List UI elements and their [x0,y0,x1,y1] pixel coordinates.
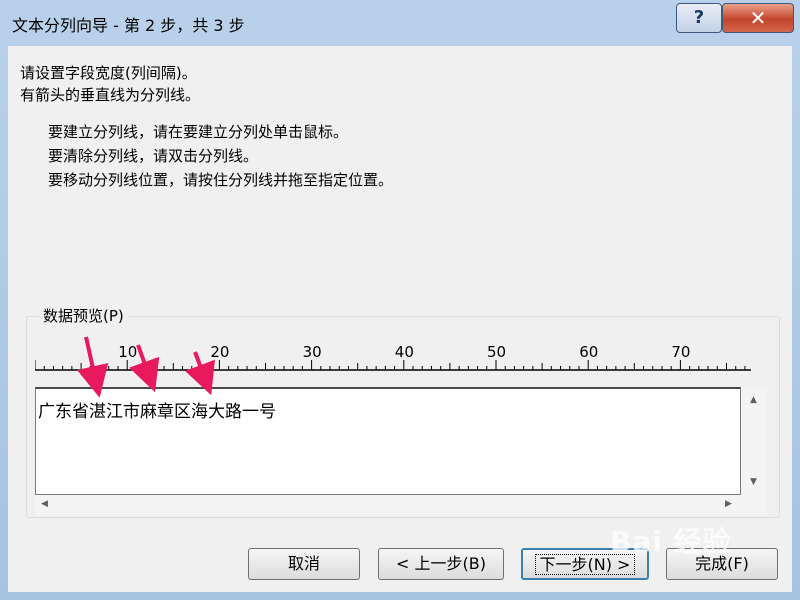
instruction-line-1: 请设置字段宽度(列间隔)。 [20,64,197,82]
vertical-scrollbar[interactable]: ▲ ▼ [741,387,767,495]
preview-row: 广东省湛江市麻章区海大路一号 [38,402,276,422]
scroll-right-icon[interactable]: ▶ [725,499,732,509]
ruler-ticks [35,360,746,370]
dialog-window: 文本分列向导 - 第 2 步，共 3 步 ? ✕ 请设置字段宽度(列间隔)。 有… [0,0,800,600]
hint-line-3: 要移动分列线位置，请按住分列线并拖至指定位置。 [48,171,394,189]
hint-line-2: 要清除分列线，请双击分列线。 [48,147,259,165]
data-preview-label: 数据预览(P) [39,305,128,327]
ruler-tick-label: 20 [210,343,229,361]
scroll-up-icon[interactable]: ▲ [750,395,757,405]
ruler-tick-label: 50 [487,343,506,361]
close-button[interactable]: ✕ [722,3,794,33]
dialog-body: 请设置字段宽度(列间隔)。 有箭头的垂直线为分列线。 要建立分列线，请在要建立分… [8,46,792,592]
help-button[interactable]: ? [676,3,722,33]
window-title: 文本分列向导 - 第 2 步，共 3 步 [12,16,245,35]
scroll-left-icon[interactable]: ◀ [41,499,48,509]
preview-area[interactable]: 广东省湛江市麻章区海大路一号 [35,387,741,495]
watermark: Bai 经验 [610,525,732,558]
column-ruler[interactable]: 10 20 30 40 50 60 70 [35,343,751,377]
scroll-down-icon[interactable]: ▼ [750,477,757,487]
ruler-tick-label: 30 [303,343,322,361]
back-button[interactable]: < 上一步(B) [378,548,504,580]
data-preview-group: 数据预览(P) 10 20 30 40 50 60 70 广东省湛江市麻章区海大路一号 ▲ … [26,305,780,518]
ruler-tick-label: 60 [579,343,598,361]
instructions: 请设置字段宽度(列间隔)。 有箭头的垂直线为分列线。 [20,62,200,106]
horizontal-scrollbar[interactable]: ◀ ▶ [35,495,767,515]
hints: 要建立分列线，请在要建立分列处单击鼠标。 要清除分列线，请双击分列线。 要移动分… [48,120,393,192]
hint-line-1: 要建立分列线，请在要建立分列处单击鼠标。 [48,123,349,141]
ruler-tick-label: 10 [118,343,137,361]
cancel-button[interactable]: 取消 [248,548,360,580]
ruler-tick-labels: 10 20 30 40 50 60 70 [118,343,690,361]
ruler-tick-label: 70 [671,343,690,361]
ruler-tick-label: 40 [395,343,414,361]
title-bar[interactable]: 文本分列向导 - 第 2 步，共 3 步 ? ✕ [0,0,800,46]
instruction-line-2: 有箭头的垂直线为分列线。 [20,86,201,104]
